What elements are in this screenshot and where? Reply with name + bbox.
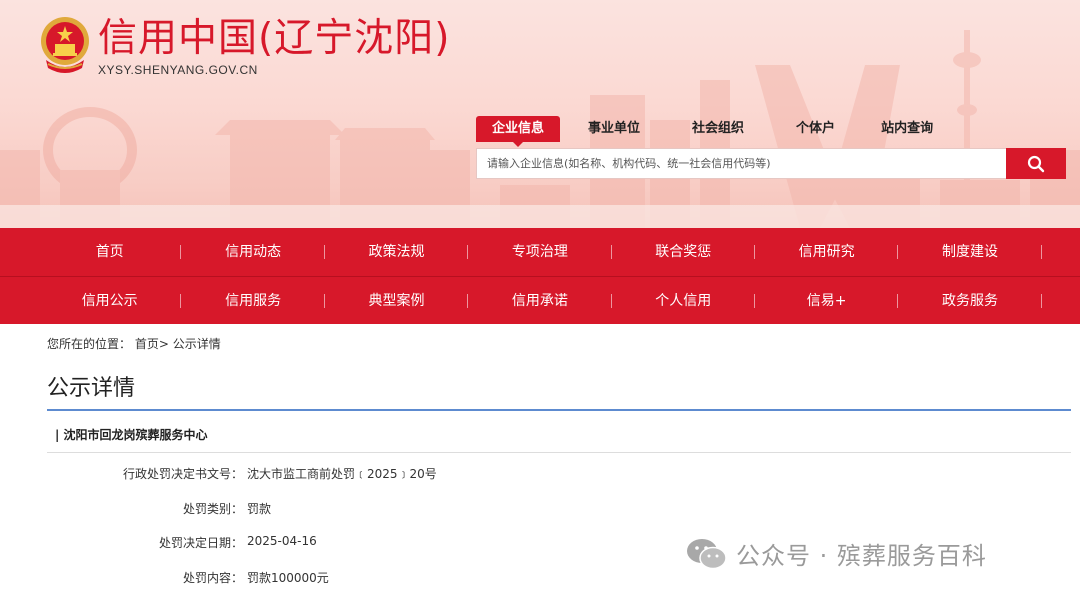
nav-item-government-services[interactable]: 政务服务 [898,277,1043,325]
field-decision-number: 行政处罚决定书文号： 沈大市监工商前处罚﹝2025﹞20号 [0,465,700,482]
field-label: 处罚决定日期： [158,536,243,550]
search-tab-public-institution[interactable]: 事业单位 [572,116,656,142]
search-tabs: 企业信息 事业单位 社会组织 个体户 站内查询 [476,116,949,147]
breadcrumb-home-link[interactable]: 首页 [135,337,159,351]
nav-item-policies[interactable]: 政策法规 [325,228,469,276]
nav-item-credit-research[interactable]: 信用研究 [755,228,899,276]
nav-row-1: 首页 信用动态 政策法规 专项治理 联合奖惩 信用研究 制度建设 [38,228,1043,276]
nav-item-home[interactable]: 首页 [38,228,182,276]
search-tab-site-search[interactable]: 站内查询 [865,116,949,142]
breadcrumb-current: 公示详情 [172,337,221,351]
search-tab-social-org[interactable]: 社会组织 [676,116,760,142]
field-value: 沈大市监工商前处罚﹝2025﹞20号 [247,467,437,481]
field-decision-date: 处罚决定日期： 2025-04-16 [0,534,700,551]
search-tab-individual-business[interactable]: 个体户 [780,116,851,142]
nav-item-credit-commitment[interactable]: 信用承诺 [468,277,612,325]
nav-item-xinyi-plus[interactable]: 信易+ [755,277,899,325]
main-nav: 首页 信用动态 政策法规 专项治理 联合奖惩 信用研究 制度建设 信用公示 信用… [0,228,1080,324]
breadcrumb-prefix: 您所在的位置： [47,337,132,351]
search-tab-enterprise[interactable]: 企业信息 [476,116,561,147]
field-label: 行政处罚决定书文号： [122,467,243,481]
search-button[interactable] [1006,148,1066,179]
field-penalty-content: 处罚内容： 罚款100000元 [0,569,700,586]
nav-row-2: 信用公示 信用服务 典型案例 信用承诺 个人信用 信易+ 政务服务 [38,277,1043,325]
nav-item-special-governance[interactable]: 专项治理 [468,228,612,276]
wechat-watermark: 公众号 · 殡葬服务百科 [686,536,987,571]
watermark-text: 公众号 · 殡葬服务百科 [736,542,987,570]
site-domain: XYSY.SHENYANG.GOV.CN [98,63,258,77]
header-banner: 信用中国(辽宁沈阳) XYSY.SHENYANG.GOV.CN 企业信息 事业单… [0,0,1080,228]
nav-item-system-building[interactable]: 制度建设 [898,228,1043,276]
field-label: 处罚类别： [182,502,243,516]
page-title: 公示详情 [47,376,136,401]
search-icon [1027,155,1045,172]
title-divider [47,409,1071,411]
field-value: 罚款 [247,502,272,516]
nav-item-credit-publicity[interactable]: 信用公示 [38,277,182,325]
wechat-icon [687,538,727,569]
breadcrumb-separator: > [158,337,169,351]
nav-item-credit-news[interactable]: 信用动态 [181,228,326,276]
org-divider [47,452,1071,453]
field-value: 罚款100000元 [247,571,329,585]
breadcrumb: 您所在的位置： 首页> 公示详情 [47,335,221,352]
national-emblem-icon [41,17,89,73]
nav-item-joint-rewards[interactable]: 联合奖惩 [612,228,756,276]
org-name: | 沈阳市回龙岗殡葬服务中心 [55,428,208,442]
site-title: 信用中国(辽宁沈阳) [98,16,451,61]
field-label: 处罚内容： [182,571,243,585]
field-value: 2025-04-16 [247,534,317,548]
search-box [476,148,1066,179]
search-input[interactable] [476,148,1006,179]
field-penalty-type: 处罚类别： 罚款 [0,500,700,517]
nav-item-credit-services[interactable]: 信用服务 [181,277,326,325]
site-logo[interactable]: 信用中国(辽宁沈阳) XYSY.SHENYANG.GOV.CN [38,14,450,77]
nav-item-personal-credit[interactable]: 个人信用 [612,277,756,325]
nav-item-typical-cases[interactable]: 典型案例 [325,277,469,325]
